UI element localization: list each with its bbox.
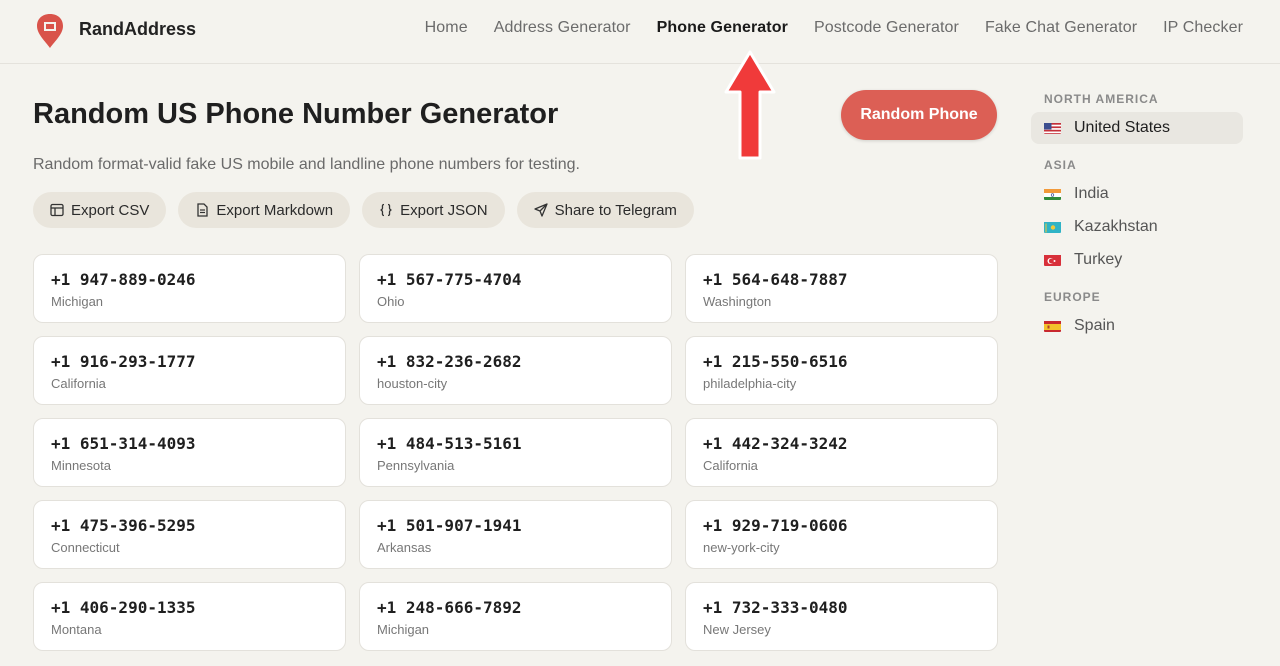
phone-number: +1 248-666-7892 [377, 598, 522, 617]
phone-card[interactable]: +1 442-324-3242 California [685, 418, 998, 487]
country-label: India [1074, 185, 1109, 202]
annotation-arrow-up-icon [724, 50, 776, 160]
spain-flag-icon [1044, 320, 1061, 332]
phone-card[interactable]: +1 215-550-6516 philadelphia-city [685, 336, 998, 405]
phone-region: new-york-city [703, 540, 780, 555]
nav-ip-checker[interactable]: IP Checker [1163, 19, 1243, 37]
nav-postcode-generator[interactable]: Postcode Generator [814, 19, 959, 37]
nav-home[interactable]: Home [425, 19, 468, 37]
phone-number: +1 484-513-5161 [377, 434, 522, 453]
phone-number: +1 501-907-1941 [377, 516, 522, 535]
phone-region: houston-city [377, 376, 448, 391]
group-title: EUROPE [1044, 290, 1101, 304]
country-label: Spain [1074, 317, 1115, 334]
page-subtitle: Random format-valid fake US mobile and l… [33, 156, 580, 173]
send-icon [533, 203, 548, 217]
country-label: Turkey [1074, 251, 1123, 268]
phone-region: New Jersey [703, 622, 771, 637]
table-icon [50, 203, 64, 217]
country-kazakhstan[interactable]: Kazakhstan [1031, 211, 1243, 243]
page-title: Random US Phone Number Generator [33, 98, 559, 130]
phone-region: Washington [703, 294, 772, 309]
country-label: United States [1074, 119, 1171, 136]
export-csv-button[interactable]: Export CSV [33, 192, 167, 228]
phone-region: Pennsylvania [377, 458, 455, 473]
group-north-america: NORTH AMERICA United States [1031, 92, 1243, 144]
turkey-flag-icon [1044, 254, 1061, 266]
country-india[interactable]: India [1031, 178, 1243, 210]
phone-number: +1 832-236-2682 [377, 352, 522, 371]
phone-region: philadelphia-city [703, 376, 797, 391]
phone-card[interactable]: +1 732-333-0480 New Jersey [685, 582, 998, 651]
random-phone-button[interactable]: Random Phone [841, 90, 997, 140]
phone-card[interactable]: +1 406-290-1335 Montana [33, 582, 346, 651]
phone-number: +1 916-293-1777 [51, 352, 196, 371]
group-europe: EUROPE Spain [1031, 290, 1243, 342]
group-title: NORTH AMERICA [1044, 92, 1159, 106]
phone-region: Minnesota [51, 458, 111, 473]
nav-fake-chat-generator[interactable]: Fake Chat Generator [985, 19, 1137, 37]
phone-number-grid: +1 947-889-0246 Michigan +1 567-775-4704 O… [33, 254, 998, 651]
phone-card[interactable]: +1 475-396-5295 Connecticut [33, 500, 346, 569]
phone-region: Michigan [51, 294, 104, 309]
phone-card[interactable]: +1 929-719-0606 new-york-city [685, 500, 998, 569]
country-turkey[interactable]: Turkey [1031, 244, 1243, 276]
phone-card[interactable]: +1 484-513-5161 Pennsylvania [359, 418, 672, 487]
phone-card[interactable]: +1 564-648-7887 Washington [685, 254, 998, 323]
main-nav: Home Address Generator Phone Generator P… [399, 19, 1243, 37]
phone-region: Michigan [377, 622, 430, 637]
phone-card[interactable]: +1 651-314-4093 Minnesota [33, 418, 346, 487]
country-spain[interactable]: Spain [1031, 310, 1243, 342]
phone-card[interactable]: +1 916-293-1777 California [33, 336, 346, 405]
export-csv-label: Export CSV [71, 201, 150, 219]
group-title: ASIA [1044, 158, 1077, 172]
nav-phone-generator[interactable]: Phone Generator [657, 19, 788, 37]
phone-card[interactable]: +1 947-889-0246 Michigan [33, 254, 346, 323]
phone-number: +1 929-719-0606 [703, 516, 848, 535]
group-asia: ASIA India Kazakhstan Turkey [1031, 158, 1243, 276]
brand-name[interactable]: RandAddress [79, 19, 196, 40]
phone-region: Montana [51, 622, 102, 637]
phone-region: Connecticut [51, 540, 120, 555]
phone-number: +1 442-324-3242 [703, 434, 848, 453]
kazakhstan-flag-icon [1044, 221, 1061, 233]
phone-number: +1 564-648-7887 [703, 270, 848, 289]
phone-region: California [703, 458, 758, 473]
logo-pin-icon[interactable] [35, 13, 65, 49]
phone-card[interactable]: +1 501-907-1941 Arkansas [359, 500, 672, 569]
phone-number: +1 651-314-4093 [51, 434, 196, 453]
document-icon [197, 203, 209, 217]
phone-number: +1 567-775-4704 [377, 270, 522, 289]
country-label: Kazakhstan [1074, 218, 1158, 235]
export-json-button[interactable]: Export JSON [362, 192, 505, 228]
phone-number: +1 947-889-0246 [51, 270, 196, 289]
phone-number: +1 215-550-6516 [703, 352, 848, 371]
export-json-label: Export JSON [400, 201, 488, 219]
phone-card[interactable]: +1 832-236-2682 houston-city [359, 336, 672, 405]
export-actions: Export CSV Export Markdown Export JSON S… [33, 192, 706, 228]
export-markdown-label: Export Markdown [216, 201, 334, 219]
phone-region: Arkansas [377, 540, 432, 555]
us-flag-icon [1044, 122, 1061, 134]
nav-address-generator[interactable]: Address Generator [494, 19, 631, 37]
phone-region: California [51, 376, 106, 391]
braces-icon [380, 203, 392, 217]
share-telegram-label: Share to Telegram [554, 201, 677, 219]
phone-number: +1 475-396-5295 [51, 516, 196, 535]
phone-number: +1 732-333-0480 [703, 598, 848, 617]
country-sidebar: NORTH AMERICA United States ASIA India K… [1031, 92, 1243, 356]
share-telegram-button[interactable]: Share to Telegram [516, 192, 694, 228]
india-flag-icon [1044, 188, 1061, 200]
phone-region: Ohio [377, 294, 405, 309]
phone-number: +1 406-290-1335 [51, 598, 196, 617]
phone-card[interactable]: +1 567-775-4704 Ohio [359, 254, 672, 323]
phone-card[interactable]: +1 248-666-7892 Michigan [359, 582, 672, 651]
country-united-states[interactable]: United States [1031, 112, 1243, 144]
top-header: RandAddress Home Address Generator Phone… [0, 0, 1280, 64]
export-markdown-button[interactable]: Export Markdown [178, 192, 351, 228]
